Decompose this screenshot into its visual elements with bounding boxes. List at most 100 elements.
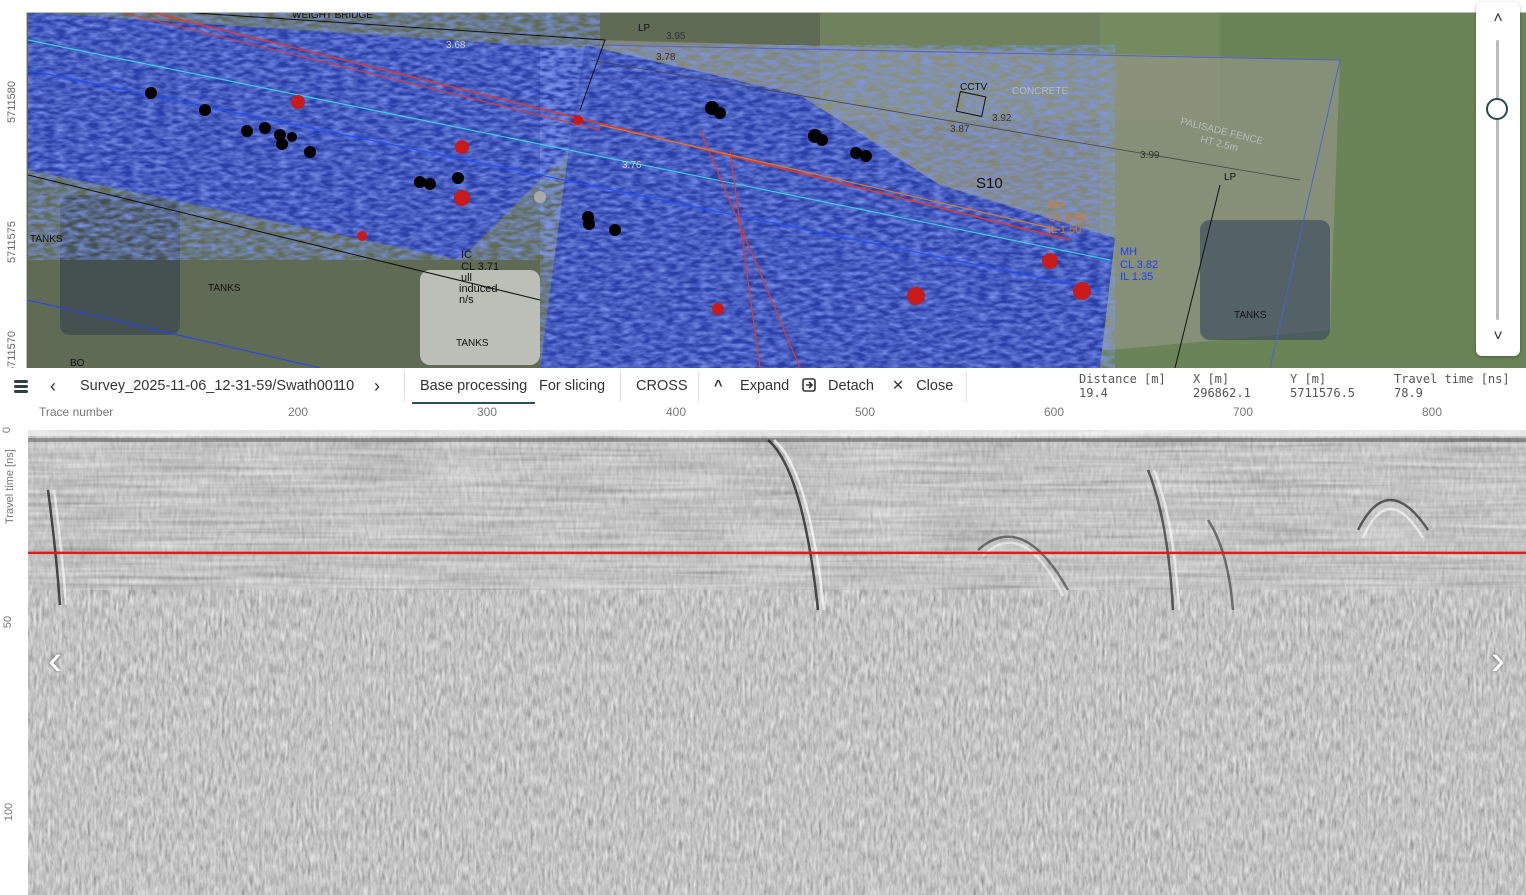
aerial-tank xyxy=(1200,220,1330,340)
map-label: CONCRETE xyxy=(1012,86,1068,97)
chevron-left-icon: ‹ xyxy=(50,376,56,396)
layers-menu-button[interactable] xyxy=(10,368,32,404)
x-tick: 700 xyxy=(1233,405,1254,419)
map-label: n/s xyxy=(459,294,474,306)
zoom-slider-track[interactable] xyxy=(1496,40,1499,320)
map-label: CCTV xyxy=(960,82,988,93)
divider xyxy=(698,372,699,402)
map-label: TANKS xyxy=(1234,310,1267,321)
x-tick: 300 xyxy=(477,405,498,419)
aerial-tank xyxy=(60,195,180,335)
chevron-up-icon: ^ xyxy=(714,378,723,394)
x-tick: 800 xyxy=(1422,405,1443,419)
x-axis-label: Trace number xyxy=(39,405,114,419)
map-label: 3.68 xyxy=(446,40,466,51)
readout-value: 19.4 xyxy=(1079,386,1108,400)
x-tick: 500 xyxy=(855,405,876,419)
radargram-bands xyxy=(28,430,1526,590)
detach-button[interactable]: Detach xyxy=(802,368,874,404)
divider xyxy=(404,372,405,402)
expand-button[interactable]: ^ Expand xyxy=(714,368,789,404)
selected-point xyxy=(534,191,546,203)
zoom-in-button[interactable]: ˄ xyxy=(1476,4,1520,34)
map-y-tick: 5711570 xyxy=(6,331,18,368)
next-section-button[interactable]: › xyxy=(1483,639,1513,684)
tab-base-processing[interactable]: Base processing xyxy=(412,368,536,404)
map-y-tick: 5711575 xyxy=(6,221,18,264)
menu-icon xyxy=(14,380,28,383)
chevron-left-icon: ‹ xyxy=(48,636,62,683)
divider xyxy=(620,372,621,402)
zoom-control: ˄ ˅ xyxy=(1476,2,1520,356)
travel-time-axis: Travel time [ns] 0 50 100 xyxy=(0,426,28,895)
tab-cross[interactable]: CROSS xyxy=(636,368,688,404)
map-y-tick: 5711580 xyxy=(6,81,18,124)
map-label: LP xyxy=(1224,172,1237,183)
tab-for-slicing[interactable]: For slicing xyxy=(539,368,605,404)
readout-value: 296862.1 xyxy=(1193,386,1251,400)
y-tick: 0 xyxy=(1,426,14,434)
map-view[interactable]: WEIGHT BRIDGE LP CCTV LP TANKS TANKS TAN… xyxy=(0,0,1526,368)
y-readout: Y [m] 5711576.5 xyxy=(1290,372,1355,400)
swath-number: 10 xyxy=(338,378,355,394)
map-label: 3.99 xyxy=(1140,150,1160,161)
surface-reflection xyxy=(28,430,1526,436)
readout-label: Y [m] xyxy=(1290,372,1327,386)
divider xyxy=(966,372,967,402)
radargram-view[interactable] xyxy=(28,430,1526,895)
x-readout: X [m] 296862.1 xyxy=(1193,372,1251,400)
map-label: CL 3.82 xyxy=(1120,259,1158,271)
close-button[interactable]: ✕ Close xyxy=(892,368,953,404)
map-label: TANKS xyxy=(30,234,63,245)
map-label: MH xyxy=(1048,200,1064,211)
readout-value: 5711576.5 xyxy=(1290,386,1356,400)
map-label: MH xyxy=(1120,246,1137,258)
previous-swath-button[interactable]: ‹ xyxy=(50,368,56,404)
map-label: IC xyxy=(461,249,472,261)
chevron-down-icon: ˅ xyxy=(1493,328,1503,345)
readout-label: Travel time [ns] xyxy=(1394,372,1510,386)
zoom-out-button[interactable]: ˅ xyxy=(1476,322,1520,352)
travel-time-readout: Travel time [ns] 78.9 xyxy=(1394,372,1510,400)
y-tick: 100 xyxy=(3,802,16,822)
menu-icon xyxy=(14,385,28,388)
chevron-up-icon: ˄ xyxy=(1493,10,1503,27)
map-label: TANKS xyxy=(456,338,489,349)
x-tick: 400 xyxy=(666,405,687,419)
map-label: IL 1.35 xyxy=(1120,271,1153,283)
map-label: IL 1.50 xyxy=(1048,224,1081,236)
chevron-right-icon: › xyxy=(374,376,380,396)
chevron-right-icon: › xyxy=(1491,636,1505,683)
survey-name: Survey_2025-11-06_12-31-59/Swath001 xyxy=(80,378,341,394)
x-tick: 600 xyxy=(1044,405,1065,419)
map-label: 3.76 xyxy=(622,160,642,171)
radargram-canvas[interactable] xyxy=(28,430,1526,895)
y-tick: 50 xyxy=(2,615,15,629)
map-label: 3.87 xyxy=(950,124,970,135)
map-label: TANKS xyxy=(208,283,241,294)
map-y-ruler: 5711580 5711575 5711570 xyxy=(0,12,27,368)
map-canvas[interactable]: WEIGHT BRIDGE LP CCTV LP TANKS TANKS TAN… xyxy=(0,0,1526,368)
readout-value: 78.9 xyxy=(1394,386,1423,400)
distance-readout: Distance [m] 19.4 xyxy=(1079,372,1166,400)
close-icon: ✕ xyxy=(892,378,905,394)
readout-label: Distance [m] xyxy=(1079,372,1166,386)
map-label: 3.92 xyxy=(992,113,1012,124)
menu-icon xyxy=(14,390,28,393)
zoom-slider-handle[interactable] xyxy=(1486,97,1508,120)
map-label: BO xyxy=(70,358,85,368)
detach-label: Detach xyxy=(828,378,874,394)
readout-label: X [m] xyxy=(1193,372,1230,386)
x-tick: 200 xyxy=(288,405,309,419)
map-label: LP xyxy=(638,23,651,34)
previous-section-button[interactable]: ‹ xyxy=(40,639,70,684)
y-axis-label: Travel time [ns] xyxy=(4,449,16,524)
map-label: CL 3.88 xyxy=(1048,212,1086,224)
close-label: Close xyxy=(916,378,954,394)
next-swath-button[interactable]: › xyxy=(374,368,380,404)
map-x-ruler xyxy=(0,0,1526,13)
expand-label: Expand xyxy=(740,378,790,394)
map-label: S10 xyxy=(976,175,1003,192)
map-label: 3.95 xyxy=(666,31,686,42)
radargram-toolbar: ‹ Survey_2025-11-06_12-31-59/Swath001 10… xyxy=(0,368,1526,405)
